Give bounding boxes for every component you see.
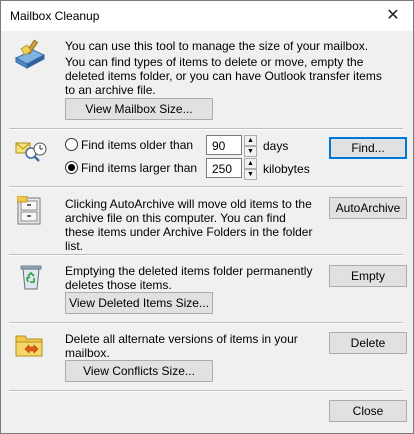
- older-than-stepper[interactable]: ▲ ▼: [244, 135, 257, 157]
- older-than-unit: days: [263, 139, 289, 153]
- older-than-input[interactable]: 90: [206, 135, 242, 155]
- mailbox-cleanup-dialog: Mailbox Cleanup ✕ You can use this tool …: [0, 0, 414, 434]
- larger-than-input[interactable]: 250: [206, 158, 242, 178]
- archive-cabinet-icon: [17, 196, 43, 226]
- close-button[interactable]: Close: [329, 400, 407, 422]
- stepper-down-icon[interactable]: ▼: [244, 169, 257, 180]
- archive-description: Clicking AutoArchive will move old items…: [65, 197, 313, 253]
- larger-than-label: Find items larger than: [81, 161, 198, 175]
- view-deleted-items-size-button[interactable]: View Deleted Items Size...: [65, 292, 213, 314]
- recycle-bin-icon: [19, 263, 43, 291]
- stepper-up-icon[interactable]: ▲: [244, 158, 257, 169]
- empty-button[interactable]: Empty: [329, 265, 407, 287]
- divider: [9, 254, 403, 256]
- view-conflicts-size-button[interactable]: View Conflicts Size...: [65, 360, 213, 382]
- stepper-down-icon[interactable]: ▼: [244, 146, 257, 157]
- intro-line-2: You can find types of items to delete or…: [65, 55, 382, 97]
- intro-line-1: You can use this tool to manage the size…: [65, 39, 369, 53]
- divider: [9, 322, 403, 324]
- delete-button[interactable]: Delete: [329, 332, 407, 354]
- title-bar: Mailbox Cleanup ✕: [1, 1, 413, 31]
- conflicts-description: Delete all alternate versions of items i…: [65, 332, 298, 360]
- older-than-label: Find items older than: [81, 138, 194, 152]
- window-title: Mailbox Cleanup: [10, 9, 100, 23]
- mailbox-cleanup-icon: [13, 38, 47, 70]
- divider: [9, 186, 403, 188]
- larger-than-radio[interactable]: [65, 161, 78, 174]
- larger-than-unit: kilobytes: [263, 162, 310, 176]
- stepper-up-icon[interactable]: ▲: [244, 135, 257, 146]
- deleted-items-description: Emptying the deleted items folder perman…: [65, 264, 313, 292]
- close-icon[interactable]: ✕: [381, 5, 405, 27]
- find-items-icon: [15, 139, 47, 165]
- autoarchive-button[interactable]: AutoArchive: [329, 197, 407, 219]
- find-button[interactable]: Find...: [329, 137, 407, 159]
- divider: [9, 390, 403, 392]
- view-mailbox-size-button[interactable]: View Mailbox Size...: [65, 98, 213, 120]
- older-than-radio[interactable]: [65, 138, 78, 151]
- divider: [9, 128, 403, 130]
- larger-than-stepper[interactable]: ▲ ▼: [244, 158, 257, 180]
- conflicts-folder-icon: [15, 332, 45, 358]
